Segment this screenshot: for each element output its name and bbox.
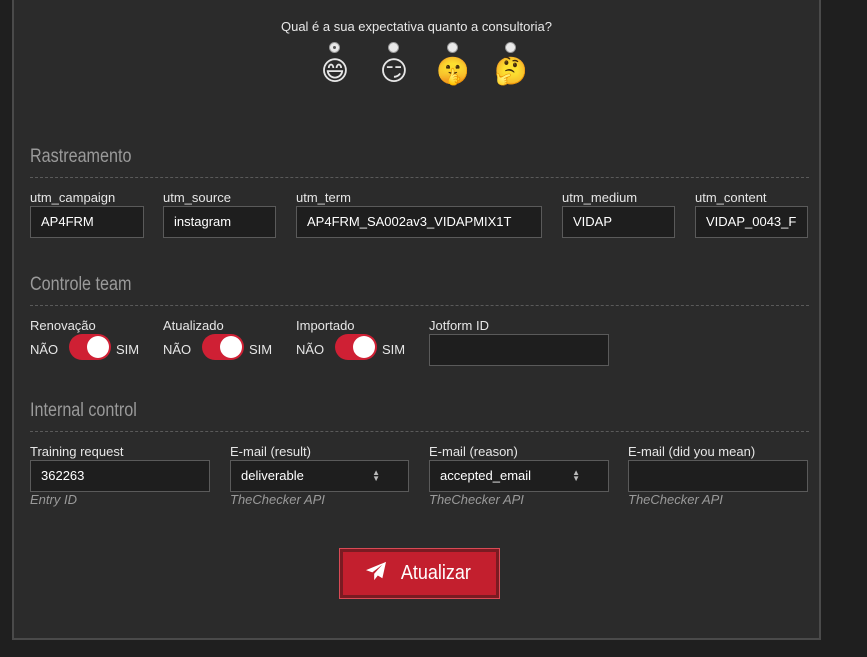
importado-label: Importado <box>296 318 355 333</box>
utm-term-input[interactable]: AP4FRM_SA002av3_VIDAPMIX1T <box>296 206 542 238</box>
jotform-id-input[interactable] <box>429 334 609 366</box>
select-arrows-icon: ▲ ▼ <box>572 468 580 483</box>
renovacao-toggle[interactable] <box>69 334 111 360</box>
email-result-select[interactable]: deliverable ▲ ▼ <box>230 460 409 492</box>
atualizado-toggle[interactable] <box>202 334 244 360</box>
renovacao-on-text: SIM <box>116 342 140 357</box>
form-panel: Qual é a sua expectativa quanto a consul… <box>12 0 821 640</box>
select-arrows-icon: ▲ ▼ <box>372 468 380 483</box>
section-divider <box>30 305 809 306</box>
section-title-internal: Internal control <box>30 400 137 421</box>
atualizado-off-text: NÃO <box>163 342 192 357</box>
importado-off-text: NÃO <box>296 342 325 357</box>
utm-medium-label: utm_medium <box>562 190 638 205</box>
importado-toggle[interactable] <box>335 334 377 360</box>
toggle-knob <box>353 336 375 358</box>
survey-radio-2[interactable] <box>388 42 399 53</box>
importado-on-text: SIM <box>382 342 406 357</box>
email-reason-value: accepted_email <box>440 468 532 483</box>
email-result-label: E-mail (result) <box>230 444 311 459</box>
email-did-you-mean-label: E-mail (did you mean) <box>628 444 756 459</box>
survey-radio-4[interactable] <box>505 42 516 53</box>
email-reason-label: E-mail (reason) <box>429 444 518 459</box>
utm-campaign-input[interactable]: AP4FRM <box>30 206 144 238</box>
shushing-face-icon[interactable]: 🤫 <box>433 56 473 86</box>
atualizado-label: Atualizado <box>163 318 224 333</box>
section-title-tracking: Rastreamento <box>30 146 132 167</box>
update-button[interactable]: Atualizar <box>339 548 500 599</box>
training-request-input[interactable]: 362263 <box>30 460 210 492</box>
utm-content-input[interactable]: VIDAP_0043_F <box>695 206 808 238</box>
email-did-you-mean-hint: TheChecker API <box>628 492 723 507</box>
survey-radio-1[interactable] <box>329 42 340 53</box>
renovacao-label: Renovação <box>30 318 96 333</box>
grinning-face-icon[interactable]: 😄 <box>315 56 355 86</box>
section-divider <box>30 177 809 178</box>
utm-source-label: utm_source <box>163 190 231 205</box>
smirking-face-icon[interactable]: 😏 <box>374 56 414 86</box>
email-did-you-mean-input[interactable] <box>628 460 808 492</box>
section-divider <box>30 431 809 432</box>
email-reason-select[interactable]: accepted_email ▲ ▼ <box>429 460 609 492</box>
survey-question: Qual é a sua expectativa quanto a consul… <box>280 19 552 34</box>
utm-medium-input[interactable]: VIDAP <box>562 206 675 238</box>
thinking-face-icon[interactable]: 🤔 <box>491 56 531 86</box>
toggle-knob <box>220 336 242 358</box>
paper-plane-icon <box>365 561 387 587</box>
email-result-hint: TheChecker API <box>230 492 325 507</box>
email-result-value: deliverable <box>241 468 304 483</box>
update-button-label: Atualizar <box>400 562 471 584</box>
atualizado-on-text: SIM <box>249 342 273 357</box>
renovacao-off-text: NÃO <box>30 342 59 357</box>
jotform-id-label: Jotform ID <box>429 318 489 333</box>
utm-content-label: utm_content <box>695 190 767 205</box>
email-reason-hint: TheChecker API <box>429 492 524 507</box>
toggle-knob <box>87 336 109 358</box>
utm-campaign-label: utm_campaign <box>30 190 116 205</box>
utm-term-label: utm_term <box>296 190 351 205</box>
training-request-hint: Entry ID <box>30 492 77 507</box>
utm-source-input[interactable]: instagram <box>163 206 276 238</box>
survey-radio-3[interactable] <box>447 42 458 53</box>
section-title-team: Controle team <box>30 274 132 295</box>
training-request-label: Training request <box>30 444 124 459</box>
